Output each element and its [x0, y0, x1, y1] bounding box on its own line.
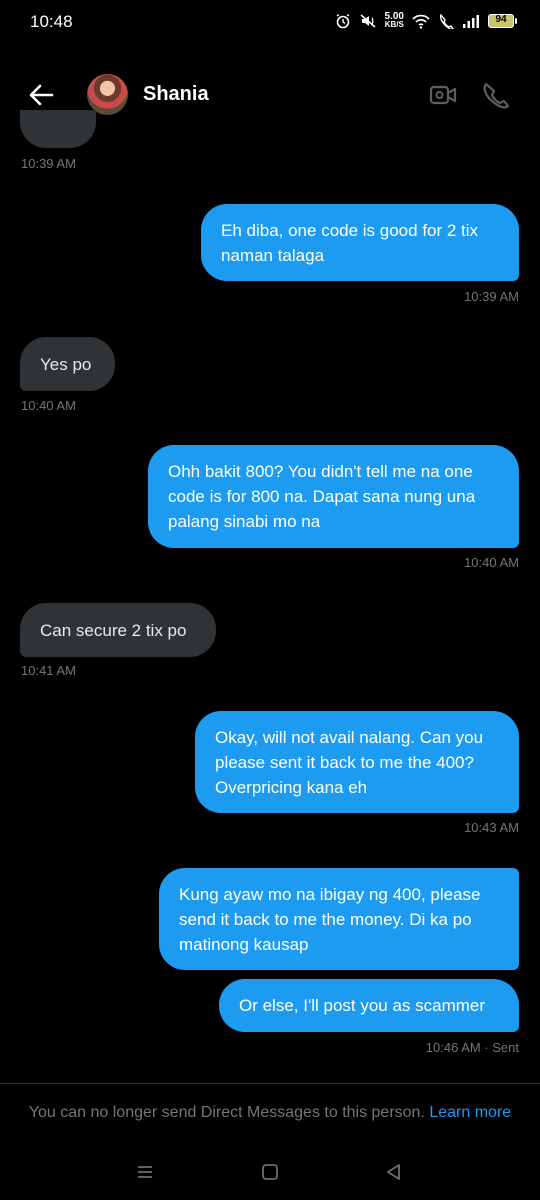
video-call-icon[interactable] — [428, 80, 458, 110]
network-speed: 5.00 KB/S — [384, 12, 404, 29]
message-bubble-outgoing[interactable]: Okay, will not avail nalang. Can you ple… — [195, 711, 519, 813]
message-timestamp: 10:40 AM — [21, 398, 76, 413]
avatar[interactable] — [87, 74, 128, 115]
divider — [0, 1083, 540, 1084]
network-speed-unit: KB/S — [384, 20, 404, 29]
message-bubble-incoming[interactable]: Can secure 2 tix po — [20, 603, 216, 657]
message-bubble-outgoing[interactable]: Eh diba, one code is good for 2 tix nama… — [201, 204, 519, 281]
message-timestamp: 10:39 AM — [464, 289, 519, 304]
message-text: Ohh bakit 800? You didn't tell me na one… — [168, 462, 476, 531]
phone-call-icon[interactable] — [480, 80, 510, 110]
message-timestamp: 10:43 AM — [464, 820, 519, 835]
wifi-call-icon — [439, 13, 454, 29]
message-timestamp: 10:41 AM — [21, 663, 76, 678]
message-timestamp: 10:39 AM — [21, 156, 76, 171]
message-text: Or else, I'll post you as scammer — [239, 996, 486, 1015]
wifi-icon — [412, 14, 430, 29]
message-bubble-outgoing[interactable]: Kung ayaw mo na ibigay ng 400, please se… — [159, 868, 519, 970]
message-text: Can secure 2 tix po — [40, 620, 187, 640]
home-icon[interactable] — [259, 1161, 281, 1183]
learn-more-link[interactable]: Learn more — [429, 1104, 511, 1121]
message-timestamp: 10:40 AM — [464, 555, 519, 570]
dm-restricted-notice: You can no longer send Direct Messages t… — [0, 1104, 540, 1122]
battery-icon: 94 — [488, 14, 517, 28]
message-bubble-outgoing[interactable]: Or else, I'll post you as scammer — [219, 979, 519, 1032]
recent-apps-icon[interactable] — [134, 1161, 156, 1183]
message-text: Eh diba, one code is good for 2 tix nama… — [221, 220, 479, 265]
message-text: Okay, will not avail nalang. Can you ple… — [215, 727, 484, 797]
message-timestamp-sent: 10:46 AM · Sent — [425, 1040, 519, 1055]
signal-icon — [463, 15, 479, 28]
system-navigation-bar — [0, 1155, 540, 1189]
battery-level: 94 — [495, 14, 507, 25]
status-bar: 10:48 5.00 KB/S 94 — [0, 0, 540, 48]
notice-text: You can no longer send Direct Messages t… — [28, 1104, 425, 1121]
back-arrow-icon[interactable] — [26, 80, 56, 110]
message-text: Yes po — [40, 354, 92, 374]
status-time: 10:48 — [30, 12, 73, 31]
status-icons: 5.00 KB/S 94 — [335, 12, 517, 29]
mute-icon — [360, 14, 376, 28]
message-bubble-outgoing[interactable]: Ohh bakit 800? You didn't tell me na one… — [148, 445, 519, 548]
alarm-icon — [336, 13, 349, 29]
message-bubble-incoming[interactable]: Yes po — [20, 337, 115, 391]
back-triangle-icon[interactable] — [383, 1161, 405, 1183]
contact-name[interactable]: Shania — [143, 83, 209, 106]
earlier-message-bubble[interactable] — [20, 110, 96, 148]
message-text: Kung ayaw mo na ibigay ng 400, please se… — [179, 884, 481, 954]
